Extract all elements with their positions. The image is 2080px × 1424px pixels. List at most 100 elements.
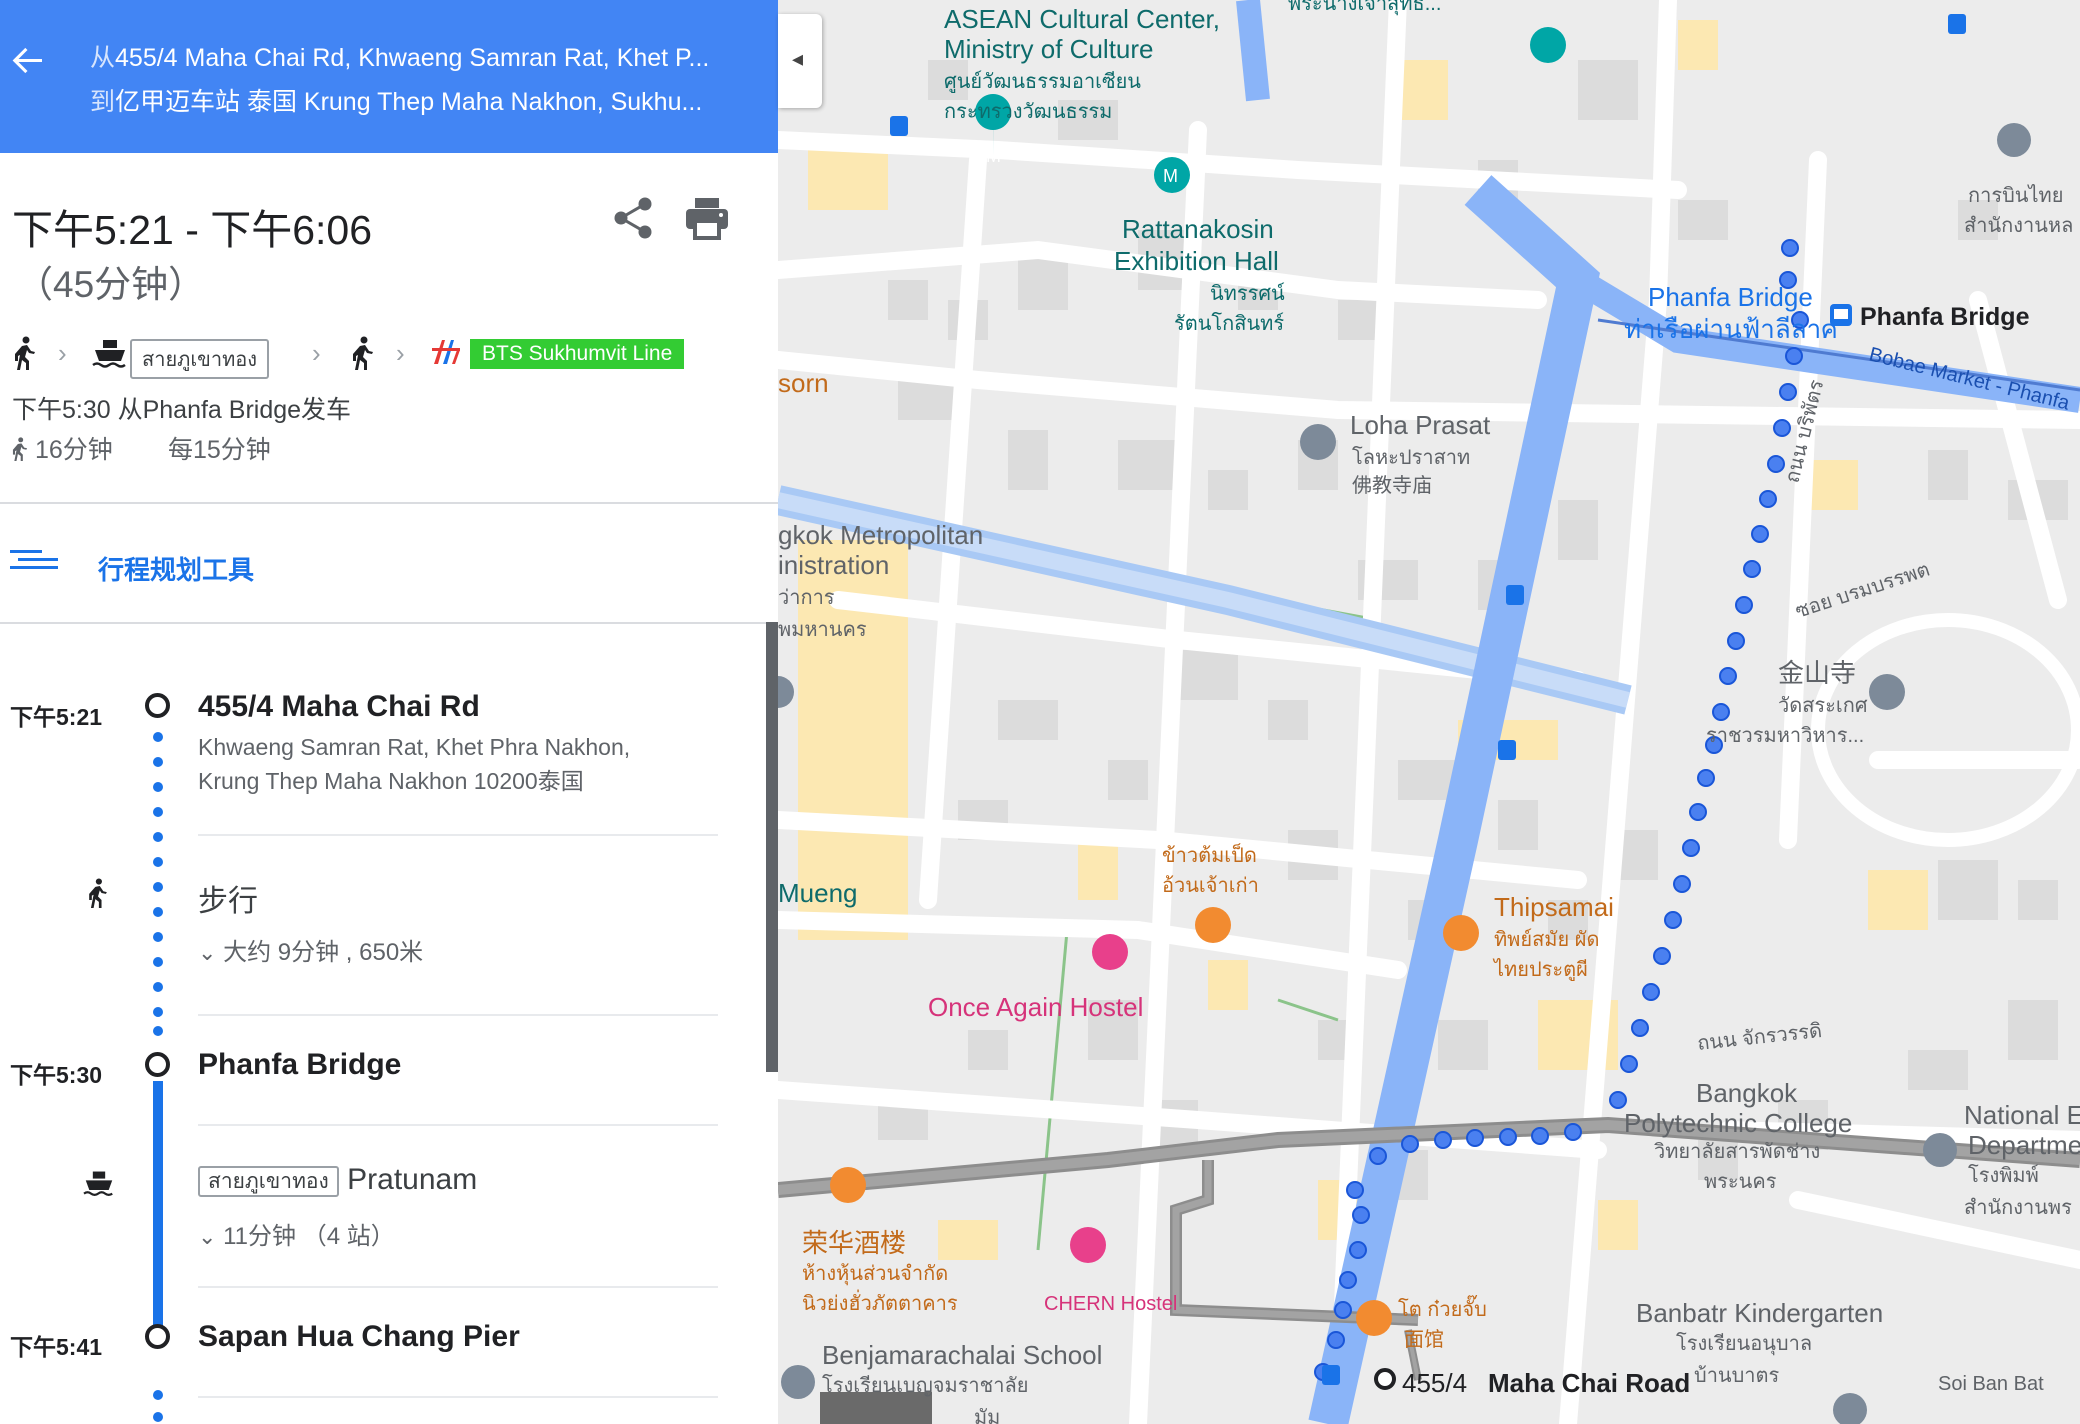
walk-route-dot [153, 907, 163, 917]
origin-stop-name[interactable]: 455/4 Maha Chai Rd [198, 690, 480, 724]
walk-route-dot [153, 1412, 163, 1422]
walking-total: 16分钟 [12, 430, 113, 466]
boat-details-toggle[interactable]: ⌄ 11分钟 （4 站） [198, 1216, 395, 1251]
departure-info: 下午5:30 从Phanfa Bridge发车 [12, 396, 352, 424]
boat-destination: Pratunam [347, 1163, 478, 1196]
trip-planner-button[interactable]: 行程规划工具 [0, 510, 778, 620]
destination-marker-icon[interactable] [1374, 1368, 1396, 1390]
share-button[interactable] [612, 196, 656, 240]
trip-duration: （45分钟） [16, 264, 206, 305]
walk-icon [12, 437, 28, 461]
map-label: ทิพย์สมัย ผัด [1494, 928, 1599, 951]
walk-icon [353, 336, 373, 370]
poi-school-icon[interactable] [781, 1365, 815, 1399]
destination-label[interactable]: Maha Chai Road [1488, 1368, 1690, 1398]
origin-address-line2: Krung Thep Maha Nakhon 10200泰国 [198, 768, 584, 794]
route-summary-icons: › สายภูเขาทอง › › BTS Sukhumvit Line [12, 336, 752, 379]
map-label: ท่าเรือผ่านฟ้าลีลาศ [1624, 314, 1838, 344]
map-label: Bangkok [1696, 1078, 1798, 1108]
walk-icon [15, 336, 35, 370]
map-label: วิทยาลัยสารพัดช่าง [1654, 1141, 1820, 1163]
bts-logo-icon [432, 340, 460, 364]
map-label: Mueng [778, 878, 858, 908]
walk-route-dot [153, 982, 163, 992]
alighting-stop-name[interactable]: Sapan Hua Chang Pier [198, 1320, 520, 1354]
walk-route-dot [153, 782, 163, 792]
bts-line-badge: BTS Sukhumvit Line [470, 339, 685, 369]
map-label: ว่าการ [778, 587, 835, 609]
walking-total-text: 16分钟 [34, 436, 113, 464]
map-label: Loha Prasat [1350, 410, 1491, 440]
boat-line-badge: สายภูเขาทอง [130, 339, 270, 379]
boarding-stop-name[interactable]: Phanfa Bridge [198, 1048, 401, 1082]
step-time: 下午5:41 [10, 1334, 103, 1360]
map-label: Thipsamai [1494, 892, 1614, 922]
map-label: Phanfa Bridge [1648, 282, 1813, 312]
map-label: สำนักงานหล [1964, 215, 2073, 237]
separator [198, 834, 718, 836]
restaurant-icon[interactable] [1443, 915, 1479, 951]
origin-field[interactable]: 从455/4 Maha Chai Rd, Khwaeng Samran Rat,… [90, 38, 730, 74]
map-label: Banbatr Kindergarten [1636, 1298, 1883, 1328]
separator [198, 1124, 718, 1126]
map-label: ห้างหุ้นส่วนจำกัด [802, 1263, 948, 1286]
restaurant-icon[interactable] [1356, 1300, 1392, 1336]
chevron-right-icon: › [58, 338, 67, 368]
boat-route-line [153, 1081, 163, 1326]
poi-art-icon[interactable] [1530, 27, 1566, 63]
scrollbar[interactable] [766, 622, 778, 1072]
map-label: National E [1964, 1100, 2080, 1130]
map-canvas[interactable]: M M ASEAN Cultural Center, Ministry of C… [778, 0, 2080, 1424]
map-label: Once Again Hostel [928, 992, 1143, 1022]
poi-place-icon[interactable] [1923, 1133, 1957, 1167]
map-label: ศูนย์วัฒนธรรมอาเซียน [944, 70, 1141, 94]
destination-field[interactable]: 到亿甲迈车站 泰国 Krung Thep Maha Nakhon, Sukhu.… [90, 82, 730, 118]
walk-route-dot [153, 882, 163, 892]
map-label: โรงเรียนเบญจมราชาลัย [822, 1374, 1028, 1397]
map-label: สำนักงานพร [1964, 1197, 2072, 1219]
chevron-down-icon: ⌄ [198, 1224, 217, 1249]
directions-panel: 从455/4 Maha Chai Rd, Khwaeng Samran Rat,… [0, 0, 778, 1424]
map-label: Rattanakosin [1122, 214, 1274, 244]
walk-mode-label: 步行 [198, 885, 258, 918]
map-label: โรงเรียนอนุบาล [1676, 1332, 1812, 1356]
map-label: มัม [974, 1407, 1000, 1424]
walk-details-text: 大约 9分钟 , 650米 [223, 939, 424, 966]
map-label: Benjamarachalai School [822, 1340, 1102, 1370]
map-label: วัดสระเกศ [1778, 695, 1868, 717]
map-label: inistration [778, 550, 889, 580]
map-view[interactable]: M M ASEAN Cultural Center, Ministry of C… [778, 0, 2080, 1424]
chevron-down-icon: ⌄ [198, 940, 217, 965]
hotel-icon[interactable] [1092, 934, 1128, 970]
poi-temple-icon[interactable] [1869, 674, 1905, 710]
ferry-stop-label[interactable]: Phanfa Bridge [1860, 303, 2030, 331]
map-label: 面馆 [1404, 1328, 1444, 1351]
poi-place-icon[interactable] [1997, 123, 2031, 157]
poi-temple-icon[interactable] [1300, 424, 1336, 460]
map-label: นิวย่งฮั่วภัตตาคาร [802, 1289, 958, 1315]
map-label: การบินไทย [1968, 184, 2063, 207]
back-button[interactable] [8, 40, 48, 80]
restaurant-icon[interactable] [830, 1167, 866, 1203]
map-label: gkok Metropolitan [778, 520, 983, 550]
origin-prefix: 从 [90, 44, 116, 72]
map-label: Ministry of Culture [944, 34, 1154, 64]
map-label: บ้านบาตร [1694, 1365, 1780, 1387]
restaurant-icon[interactable] [1195, 907, 1231, 943]
print-button[interactable] [684, 196, 730, 240]
chevron-right-icon: › [312, 338, 321, 368]
ferry-icon [83, 1171, 113, 1197]
map-label: พระนางเจ้าสุทธิ... [1288, 0, 1441, 16]
collapse-panel-button[interactable]: ◂ [778, 14, 822, 108]
walk-route-dot [153, 957, 163, 967]
walk-details-toggle[interactable]: ⌄ 大约 9分钟 , 650米 [198, 932, 423, 967]
map-label: พระนคร [1704, 1171, 1777, 1193]
stop-circle-icon [145, 693, 170, 718]
map-label: 金山寺 [1778, 658, 1856, 688]
boat-line-badge: สายภูเขาทอง [198, 1166, 339, 1197]
map-label: 佛教寺庙 [1352, 474, 1432, 497]
map-label: พมหานคร [778, 619, 867, 641]
map-label: Exhibition Hall [1114, 246, 1279, 276]
separator [198, 1014, 718, 1016]
hotel-icon[interactable] [1070, 1227, 1106, 1263]
